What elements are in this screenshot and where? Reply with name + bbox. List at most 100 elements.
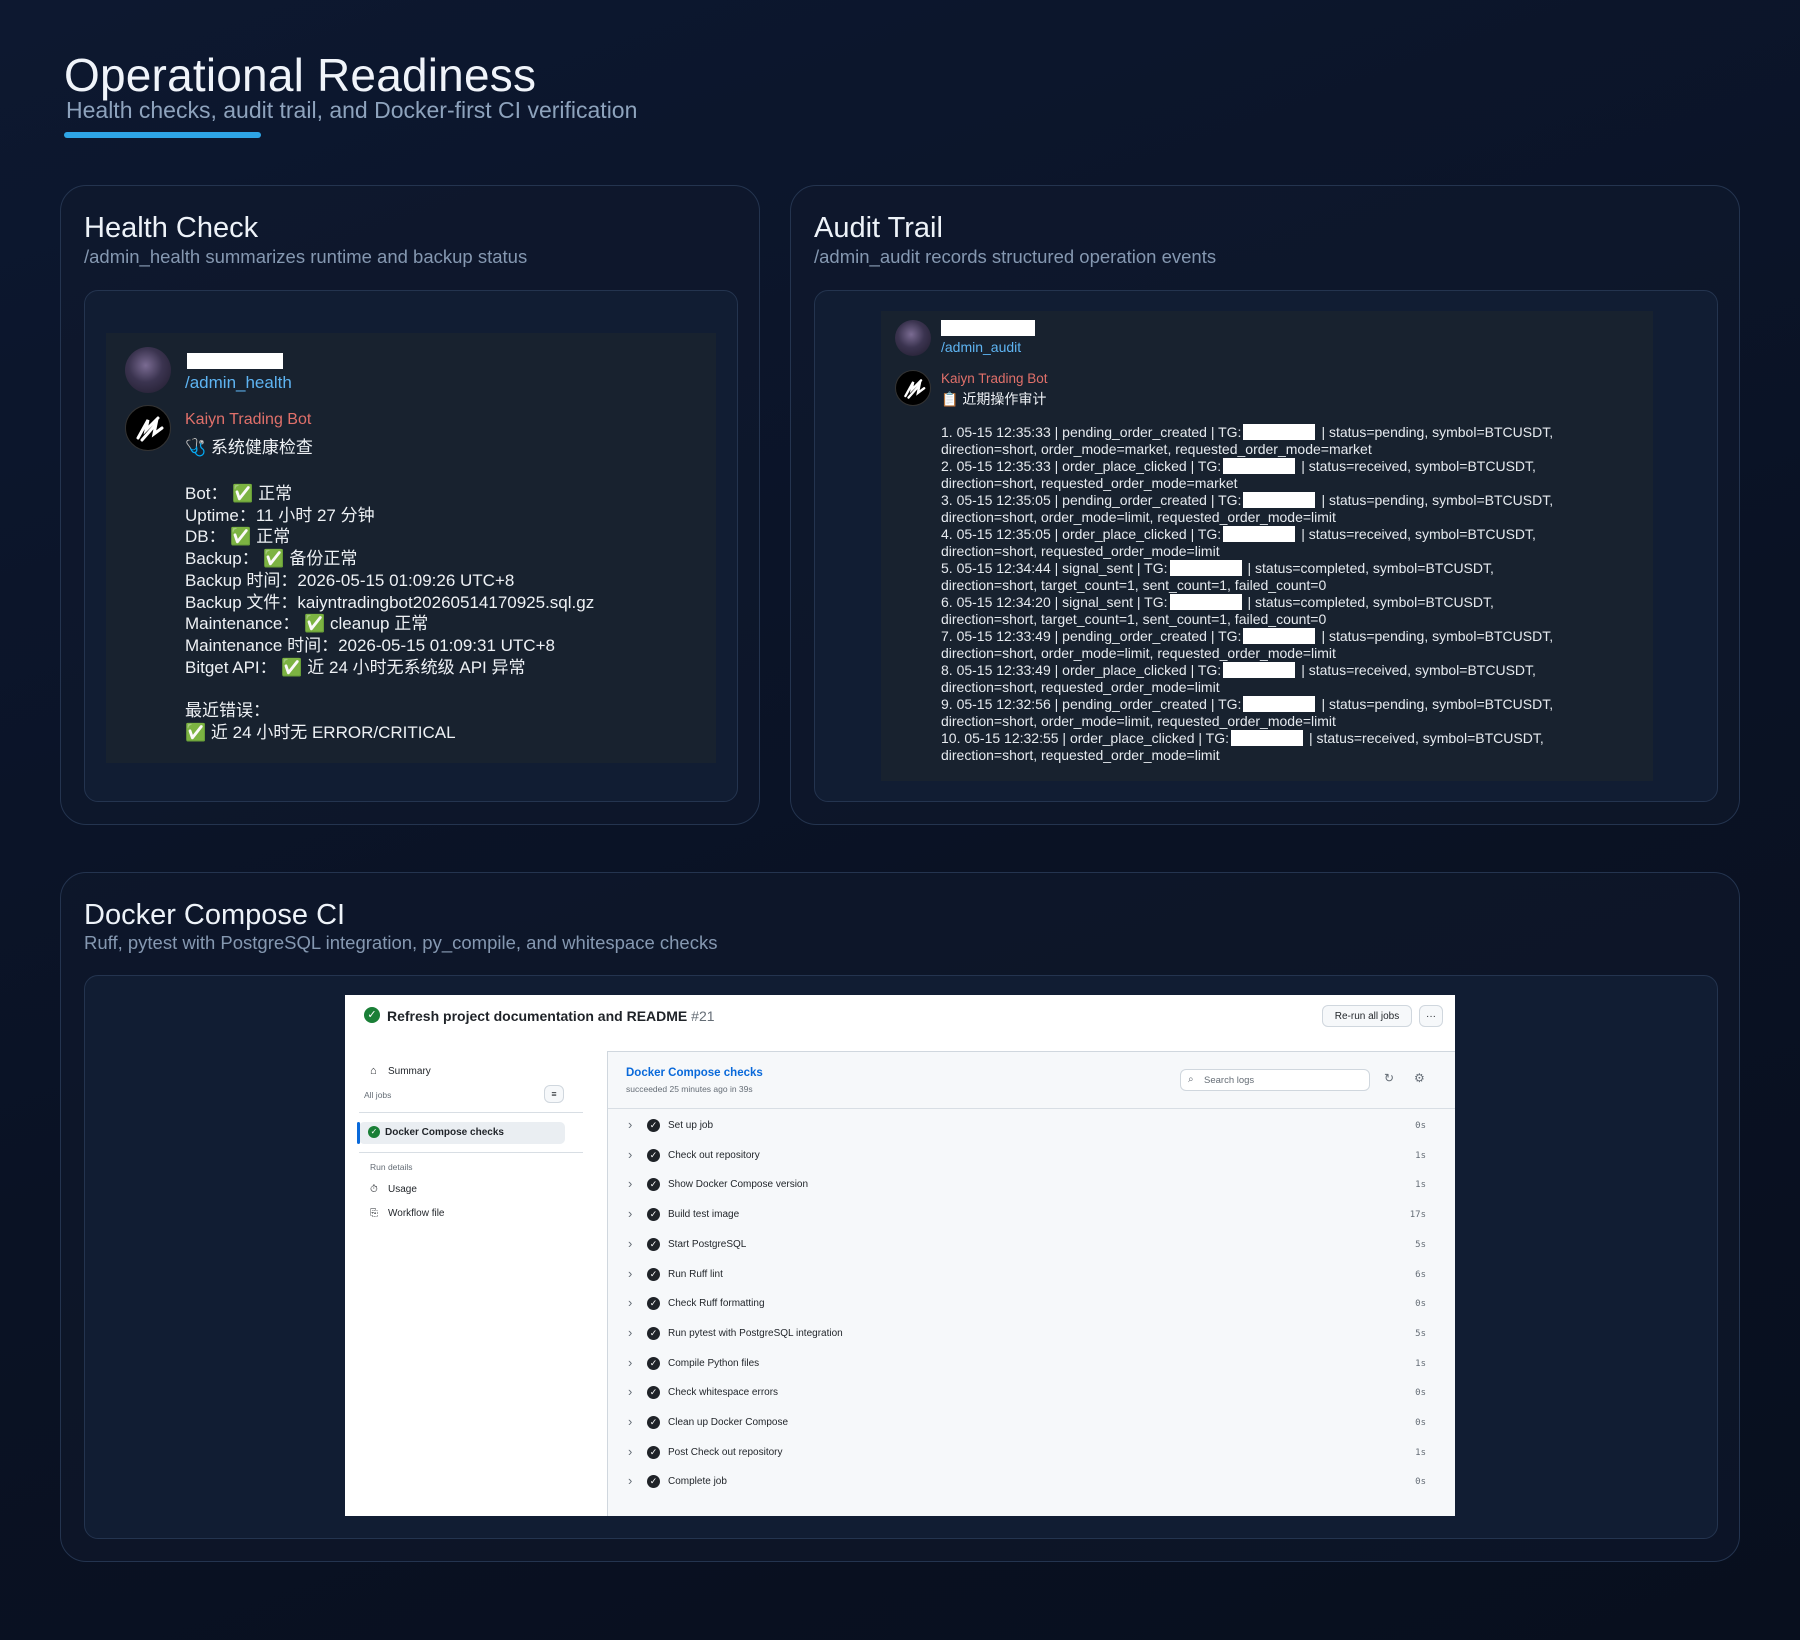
audit-entry: 4. 05-15 12:35:05 | order_place_clicked …	[941, 526, 1536, 542]
step-name: Check out repository	[668, 1149, 760, 1161]
search-icon: ⌕	[1188, 1074, 1194, 1085]
search-logs-placeholder: Search logs	[1204, 1075, 1255, 1086]
chevron-right-icon: ›	[628, 1324, 633, 1340]
audit-entry-detail: direction=short, target_count=1, sent_co…	[941, 611, 1327, 627]
audit-entry: 2. 05-15 12:35:33 | order_place_clicked …	[941, 458, 1536, 474]
audit-entry-detail: direction=short, order_mode=market, requ…	[941, 441, 1372, 457]
audit-chat: /admin_audit Kaiyn Trading Bot 📋 近期操作审计 …	[881, 311, 1653, 781]
job-step-row[interactable]: › ✓ Check out repository 1s	[608, 1144, 1455, 1174]
chevron-right-icon: ›	[628, 1295, 633, 1311]
step-success-icon: ✓	[647, 1356, 660, 1370]
step-success-icon: ✓	[647, 1237, 660, 1251]
step-success-icon: ✓	[647, 1208, 660, 1222]
bot-avatar	[125, 405, 171, 451]
ci-card-subtitle: Ruff, pytest with PostgreSQL integration…	[84, 932, 718, 953]
health-card-subtitle: /admin_health summarizes runtime and bac…	[84, 246, 528, 267]
audit-entry-head: 6. 05-15 12:34:20 | signal_sent | TG:	[941, 594, 1168, 610]
audit-entry-detail: direction=short, order_mode=limit, reque…	[941, 713, 1336, 729]
refresh-icon[interactable]: ↻	[1384, 1071, 1394, 1085]
job-step-row[interactable]: › ✓ Check Ruff formatting 0s	[608, 1292, 1455, 1322]
job-step-row[interactable]: › ✓ Complete job 0s	[608, 1470, 1455, 1500]
job-step-row[interactable]: › ✓ Show Docker Compose version 1s	[608, 1173, 1455, 1203]
health-heading: 🩺 系统健康检查	[185, 438, 313, 457]
job-step-row[interactable]: › ✓ Post Check out repository 1s	[608, 1441, 1455, 1471]
chevron-right-icon: ›	[628, 1206, 633, 1222]
redacted-tg-id	[1223, 458, 1296, 474]
job-step-row[interactable]: › ✓ Start PostgreSQL 5s	[608, 1233, 1455, 1263]
redacted-username	[941, 320, 1035, 336]
audit-entry-tail: | status=completed, symbol=BTCUSDT,	[1247, 594, 1494, 610]
user-avatar	[895, 320, 931, 356]
audit-entry-head: 9. 05-15 12:32:56 | pending_order_create…	[941, 696, 1242, 712]
filter-jobs-button[interactable]: ≡	[544, 1085, 564, 1103]
redacted-tg-id	[1243, 424, 1316, 440]
job-step-row[interactable]: › ✓ Clean up Docker Compose 0s	[608, 1411, 1455, 1441]
audit-entry-head: 2. 05-15 12:35:33 | order_place_clicked …	[941, 458, 1222, 474]
title-accent-bar	[64, 132, 261, 138]
workflow-file-icon: ⎘	[370, 1208, 378, 1219]
health-status-line: Bitget API： ✅ 近 24 小时无系统级 API 异常	[185, 657, 526, 677]
step-success-icon: ✓	[647, 1416, 660, 1429]
step-name: Compile Python files	[668, 1357, 760, 1369]
workflow-file-link[interactable]: Workflow file	[388, 1208, 445, 1219]
audit-entry: 9. 05-15 12:32:56 | pending_order_create…	[941, 696, 1553, 712]
chevron-right-icon: ›	[628, 1117, 633, 1132]
summary-link[interactable]: Summary	[388, 1066, 431, 1077]
chevron-right-icon: ›	[628, 1176, 633, 1192]
health-command[interactable]: /admin_health	[185, 373, 292, 393]
step-duration: 1s	[1415, 1150, 1426, 1161]
run-number: #21	[691, 1008, 715, 1024]
gear-icon[interactable]: ⚙	[1414, 1071, 1425, 1085]
audit-entry: 1. 05-15 12:35:33 | pending_order_create…	[941, 424, 1553, 440]
audit-entry: 8. 05-15 12:33:49 | order_place_clicked …	[941, 662, 1536, 678]
audit-entry-detail: direction=short, requested_order_mode=li…	[941, 679, 1220, 695]
job-step-row[interactable]: › ✓ Set up job 0s	[608, 1114, 1455, 1144]
usage-link[interactable]: Usage	[388, 1184, 417, 1195]
bot-avatar	[895, 370, 931, 406]
audit-command[interactable]: /admin_audit	[941, 339, 1021, 355]
job-step-row[interactable]: › ✓ Compile Python files 1s	[608, 1352, 1455, 1382]
job-list-item-docker-compose[interactable]: ✓ Docker Compose checks	[357, 1122, 565, 1144]
chevron-right-icon: ›	[628, 1354, 633, 1370]
step-duration: 6s	[1415, 1269, 1426, 1280]
job-step-row[interactable]: › ✓ Build test image 17s	[608, 1203, 1455, 1233]
audit-entry-tail: | status=received, symbol=BTCUSDT,	[1301, 526, 1536, 542]
more-options-button[interactable]: ···	[1419, 1005, 1443, 1027]
step-duration: 1s	[1415, 1447, 1426, 1458]
audit-entry-tail: | status=received, symbol=BTCUSDT,	[1308, 730, 1544, 746]
redacted-tg-id	[1223, 526, 1296, 542]
run-details-label: Run details	[370, 1162, 413, 1172]
search-logs-input[interactable]: ⌕ Search logs	[1180, 1069, 1370, 1091]
audit-entry-tail: | status=received, symbol=BTCUSDT,	[1301, 662, 1536, 678]
audit-entry-tail: | status=completed, symbol=BTCUSDT,	[1247, 560, 1494, 576]
job-success-icon: ✓	[368, 1126, 380, 1138]
all-jobs-label: All jobs	[364, 1090, 392, 1100]
audit-heading: 📋 近期操作审计	[941, 391, 1047, 407]
audit-card-subtitle: /admin_audit records structured operatio…	[814, 246, 1217, 267]
redacted-tg-id	[1223, 662, 1296, 678]
audit-entry-detail: direction=short, requested_order_mode=li…	[941, 747, 1220, 763]
step-name: Run Ruff lint	[668, 1268, 723, 1280]
step-duration: 0s	[1415, 1121, 1426, 1131]
job-label: Docker Compose checks	[385, 1127, 504, 1138]
ci-card-title: Docker Compose CI	[84, 899, 346, 931]
health-check-card: Health Check /admin_health summarizes ru…	[60, 185, 760, 825]
step-success-icon: ✓	[647, 1475, 660, 1489]
audit-card-title: Audit Trail	[814, 212, 943, 244]
audit-bot-name: Kaiyn Trading Bot	[941, 371, 1048, 386]
health-card-title: Health Check	[84, 212, 259, 244]
job-title[interactable]: Docker Compose checks	[626, 1067, 763, 1079]
redacted-tg-id	[1230, 730, 1303, 746]
job-step-row[interactable]: › ✓ Check whitespace errors 0s	[608, 1381, 1455, 1411]
step-name: Check whitespace errors	[668, 1387, 779, 1399]
job-step-row[interactable]: › ✓ Run pytest with PostgreSQL integration…	[608, 1322, 1455, 1352]
redacted-username	[187, 353, 283, 369]
audit-entry: 3. 05-15 12:35:05 | pending_order_create…	[941, 492, 1553, 508]
redacted-tg-id	[1243, 628, 1316, 644]
rerun-all-jobs-button[interactable]: Re-run all jobs	[1322, 1005, 1412, 1027]
audit-trail-card: Audit Trail /admin_audit records structu…	[790, 185, 1740, 825]
step-name: Build test image	[668, 1209, 740, 1221]
chevron-right-icon: ›	[628, 1414, 633, 1429]
job-step-row[interactable]: › ✓ Run Ruff lint 6s	[608, 1263, 1455, 1293]
step-success-icon: ✓	[647, 1178, 660, 1192]
